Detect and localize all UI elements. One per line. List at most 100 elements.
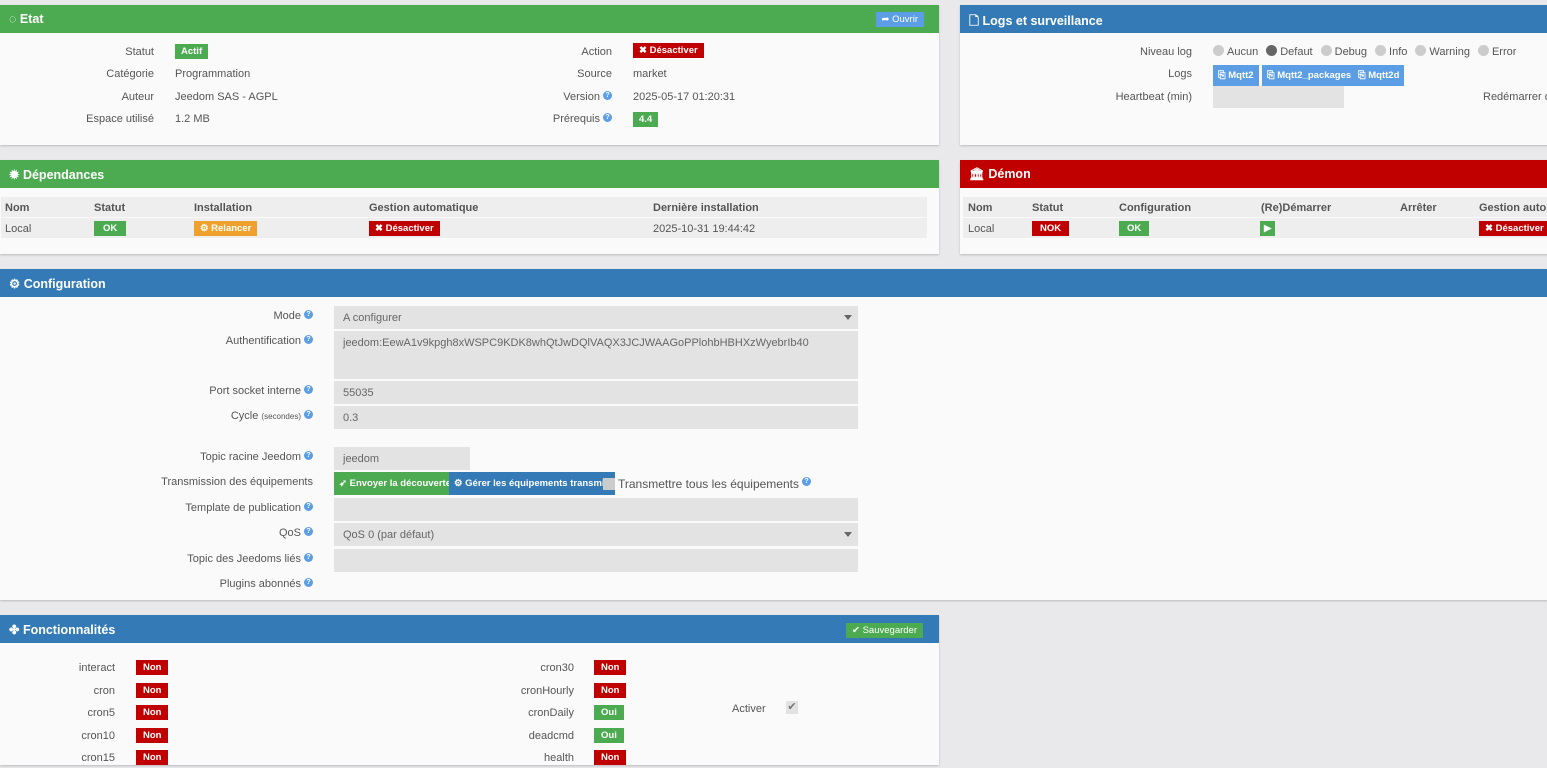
radio-icon[interactable]: [1266, 45, 1278, 56]
log-level-radio[interactable]: Aucun: [1205, 45, 1258, 58]
cycle-input[interactable]: 0.3: [334, 406, 858, 429]
feature-label: health: [544, 752, 574, 764]
bank-icon: 🏛: [969, 167, 989, 181]
deactivate-button[interactable]: ✖ Désactiver: [633, 43, 704, 58]
feature-label: cron5: [87, 707, 115, 719]
help-icon[interactable]: ?: [603, 113, 612, 122]
col-header: Configuration: [1119, 202, 1192, 214]
port-input[interactable]: 55035: [334, 381, 858, 404]
start-button[interactable]: ▶: [1260, 221, 1276, 236]
heartbeat-input[interactable]: [1213, 86, 1344, 108]
log-button-mqtt2[interactable]: ⎘ Mqtt2: [1213, 65, 1259, 86]
config-badge: OK: [1119, 221, 1150, 236]
label: Action: [581, 46, 612, 58]
status-badge: OK: [94, 221, 127, 236]
label: Source: [577, 68, 612, 80]
col-header: Dernière installation: [653, 202, 759, 214]
prereq-badge: 4.4: [633, 112, 659, 127]
label: Cycle (secondes)?: [231, 410, 313, 422]
label: Heartbeat (min): [1115, 91, 1192, 103]
radio-icon[interactable]: [1415, 45, 1427, 56]
mode-select[interactable]: A configurer: [334, 306, 858, 329]
col-header: Statut: [1032, 202, 1064, 214]
manage-equipments-button[interactable]: ⚙ Gérer les équipements transmis: [449, 472, 615, 495]
feature-label: interact: [78, 662, 115, 674]
qos-select[interactable]: QoS 0 (par défaut): [334, 523, 858, 546]
features-header: ✤ Fonctionnalités ✔ Sauvegarder: [0, 615, 939, 643]
label: Mode?: [273, 310, 313, 322]
log-button-mqtt2d[interactable]: ⎘ Mqtt2d: [1353, 65, 1405, 86]
table-row: [1, 218, 927, 238]
deactivate-auto-button[interactable]: ✖ Désactiver: [369, 221, 440, 236]
radio-icon[interactable]: [1375, 45, 1387, 56]
auth-textarea[interactable]: jeedom:EewA1v9kpgh8xWSPC9KDK8whQtJwDQlVA…: [334, 331, 858, 379]
feature-label: deadcmd: [528, 729, 574, 742]
file-icon: 🗋: [969, 14, 983, 28]
label: Statut: [125, 46, 154, 58]
status-badge: Actif: [175, 44, 209, 59]
open-button[interactable]: ➦ Ouvrir: [875, 12, 924, 27]
gear-icon: ✹: [9, 168, 23, 182]
template-input[interactable]: [334, 498, 858, 521]
feature-label: cron30: [540, 662, 574, 674]
log-level-radios: Aucun Defaut Debug Info Warning Error: [1205, 45, 1516, 58]
deactivate-auto-button[interactable]: ✖ Désactiver: [1479, 221, 1547, 236]
logs-panel: 🗋 Logs et surveillance Niveau log Aucun D…: [960, 5, 1547, 145]
demon-panel: 🏛 Démon Nom Statut Configuration (Re)Dém…: [960, 160, 1547, 254]
label: Authentification?: [226, 335, 313, 347]
log-level-radio[interactable]: Error: [1470, 45, 1516, 58]
feature-status-badge: Non: [136, 660, 169, 675]
label: Logs: [1168, 68, 1192, 80]
deps-header: ✹ Dépendances: [0, 160, 939, 188]
etat-panel: ◌ Etat ➦ Ouvrir Statut Actif Catégorie P…: [0, 5, 939, 145]
save-button[interactable]: ✔ Sauvegarder: [845, 623, 923, 638]
logs-header: 🗋 Logs et surveillance: [960, 5, 1547, 33]
label: Topic des Jeedoms liés?: [187, 553, 313, 565]
label: Auteur: [121, 91, 154, 103]
topic-input[interactable]: jeedom: [334, 447, 470, 470]
feature-status-badge: Oui: [594, 705, 624, 720]
radio-icon[interactable]: [1213, 45, 1224, 56]
feature-status-badge: Non: [594, 750, 627, 765]
refresh-icon: ◌: [9, 12, 20, 26]
radio-icon[interactable]: [1320, 45, 1332, 56]
caret-down-icon: [844, 315, 852, 324]
feature-label: cronHourly: [520, 684, 574, 697]
log-level-radio[interactable]: Debug: [1313, 45, 1367, 58]
cogs-icon: ⚙: [9, 277, 24, 291]
log-button-mqtt2-packages[interactable]: ⎘ Mqtt2_packages: [1262, 65, 1357, 86]
feature-label: cron: [93, 684, 115, 697]
relaunch-button[interactable]: ⚙ Relancer: [194, 221, 258, 236]
radio-icon[interactable]: [1477, 45, 1489, 56]
log-level-radio[interactable]: Info: [1367, 45, 1407, 58]
feature-label: cron10: [81, 729, 115, 742]
value: 2025-05-17 01:20:31: [633, 91, 736, 103]
config-header: ⚙ Configuration: [0, 269, 1547, 297]
feature-status-badge: Non: [594, 682, 627, 698]
linked-topic-input[interactable]: [334, 549, 858, 572]
col-header: (Re)Démarrer: [1261, 202, 1332, 214]
etat-header: ◌ Etat ➦ Ouvrir: [0, 5, 939, 33]
label: Transmettre tous les équipements?: [618, 477, 811, 491]
feature-label: cron15: [81, 752, 115, 764]
cell: 2025-10-31 19:44:42: [653, 223, 756, 235]
label: Redémarrer d: [1483, 91, 1547, 103]
activate-checkbox[interactable]: ✔: [786, 701, 798, 714]
label: Version?: [563, 91, 612, 103]
cell: Local: [5, 223, 32, 235]
col-header: Nom: [5, 202, 30, 214]
features-panel: ✤ Fonctionnalités ✔ Sauvegarder interact…: [0, 615, 939, 765]
caret-down-icon: [844, 532, 852, 541]
col-header: Gestion autom: [1479, 202, 1547, 214]
feature-status-badge: Non: [136, 682, 169, 698]
log-level-radio[interactable]: Defaut: [1258, 45, 1313, 58]
send-discovery-button[interactable]: ➶ Envoyer la découverte: [334, 472, 456, 495]
help-icon[interactable]: ?: [603, 91, 612, 100]
label: Espace utilisé: [86, 113, 154, 125]
col-header: Gestion automatique: [369, 202, 479, 214]
log-level-radio[interactable]: Warning: [1407, 45, 1470, 58]
feature-status-badge: Non: [136, 705, 169, 720]
transmit-all-checkbox[interactable]: [603, 478, 615, 490]
puzzle-icon: ✤: [9, 623, 23, 637]
feature-status-badge: Non: [136, 727, 169, 743]
